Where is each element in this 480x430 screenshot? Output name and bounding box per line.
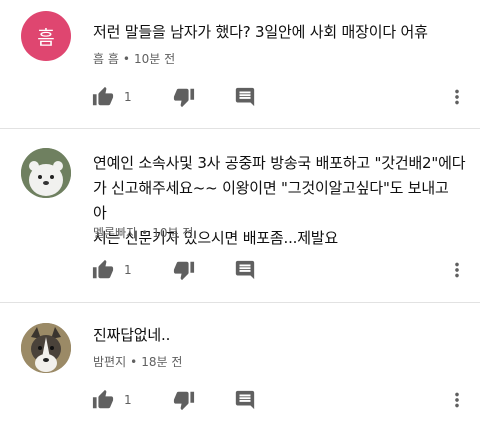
like-button[interactable]: 1 <box>92 388 132 412</box>
thumbs-down-icon <box>173 259 195 281</box>
comment-actions: 1 <box>0 258 480 282</box>
comment-meta: 밤편지 • 18분 전 <box>93 353 182 370</box>
reply-comment-icon <box>234 389 256 411</box>
dislike-button[interactable] <box>173 258 195 282</box>
comment-actions: 1 <box>0 85 480 109</box>
dislike-button[interactable] <box>173 85 195 109</box>
more-vert-icon <box>446 86 468 108</box>
comment-text: 저런 말들을 남자가 했다? 3일안에 사회 매장이다 어휴 <box>93 20 466 45</box>
comment-time: 10분 전 <box>133 52 176 66</box>
more-options-button[interactable] <box>446 258 468 282</box>
comment-meta: 멜론빠자 • 10분 전 <box>93 224 193 241</box>
reply-comment-icon <box>234 259 256 281</box>
thumbs-down-icon <box>173 86 195 108</box>
thumbs-up-icon <box>92 389 114 411</box>
meta-separator: • <box>141 226 149 240</box>
thumbs-up-icon <box>92 259 114 281</box>
more-options-button[interactable] <box>446 388 468 412</box>
comment-item: 흠 저런 말들을 남자가 했다? 3일안에 사회 매장이다 어휴 흠 흠 • 10분… <box>0 0 480 128</box>
meta-separator: • <box>130 355 138 369</box>
reply-button[interactable] <box>234 85 256 109</box>
avatar[interactable] <box>21 148 71 198</box>
reply-comment-icon <box>234 86 256 108</box>
more-vert-icon <box>446 389 468 411</box>
thumbs-up-icon <box>92 86 114 108</box>
dislike-button[interactable] <box>173 388 195 412</box>
avatar-letter: 흠 <box>37 26 55 49</box>
comment-author[interactable]: 밤편지 <box>93 355 126 369</box>
comment-text-line: 연예인 소속사및 3사 공중파 방송국 배포하고 "갓건배2"에다 <box>93 154 466 172</box>
comment-author[interactable]: 흠 흠 <box>93 52 119 66</box>
avatar-image <box>21 323 71 373</box>
avatar[interactable] <box>21 323 71 373</box>
comment-item: 연예인 소속사및 3사 공중파 방송국 배포하고 "갓건배2"에다 가 신고해주… <box>0 129 480 302</box>
comment-time: 18분 전 <box>141 355 183 369</box>
like-count: 1 <box>124 90 132 104</box>
reply-button[interactable] <box>234 258 256 282</box>
like-count: 1 <box>124 393 132 407</box>
comment-item: 진짜답없네.. 밤편지 • 18분 전 1 <box>0 303 480 430</box>
like-count: 1 <box>124 263 132 277</box>
comment-author[interactable]: 멜론빠자 <box>93 226 137 240</box>
avatar[interactable]: 흠 <box>21 11 71 61</box>
thumbs-down-icon <box>173 389 195 411</box>
comment-text-line: 진짜답없네.. <box>93 326 171 344</box>
more-vert-icon <box>446 259 468 281</box>
comment-time: 10분 전 <box>152 226 194 240</box>
like-button[interactable]: 1 <box>92 258 132 282</box>
like-button[interactable]: 1 <box>92 85 132 109</box>
comment-meta: 흠 흠 • 10분 전 <box>93 50 175 67</box>
meta-separator: • <box>122 52 130 66</box>
more-options-button[interactable] <box>446 85 468 109</box>
comment-text-line: 가 신고해주세요~~ 이왕이면 "그것이알고싶다"도 보내고 아 <box>93 179 449 222</box>
avatar-image <box>21 148 71 198</box>
reply-button[interactable] <box>234 388 256 412</box>
comment-text: 진짜답없네.. <box>93 323 466 348</box>
comment-text-line: 저런 말들을 남자가 했다? 3일안에 사회 매장이다 어휴 <box>93 23 428 41</box>
comment-actions: 1 <box>0 388 480 412</box>
